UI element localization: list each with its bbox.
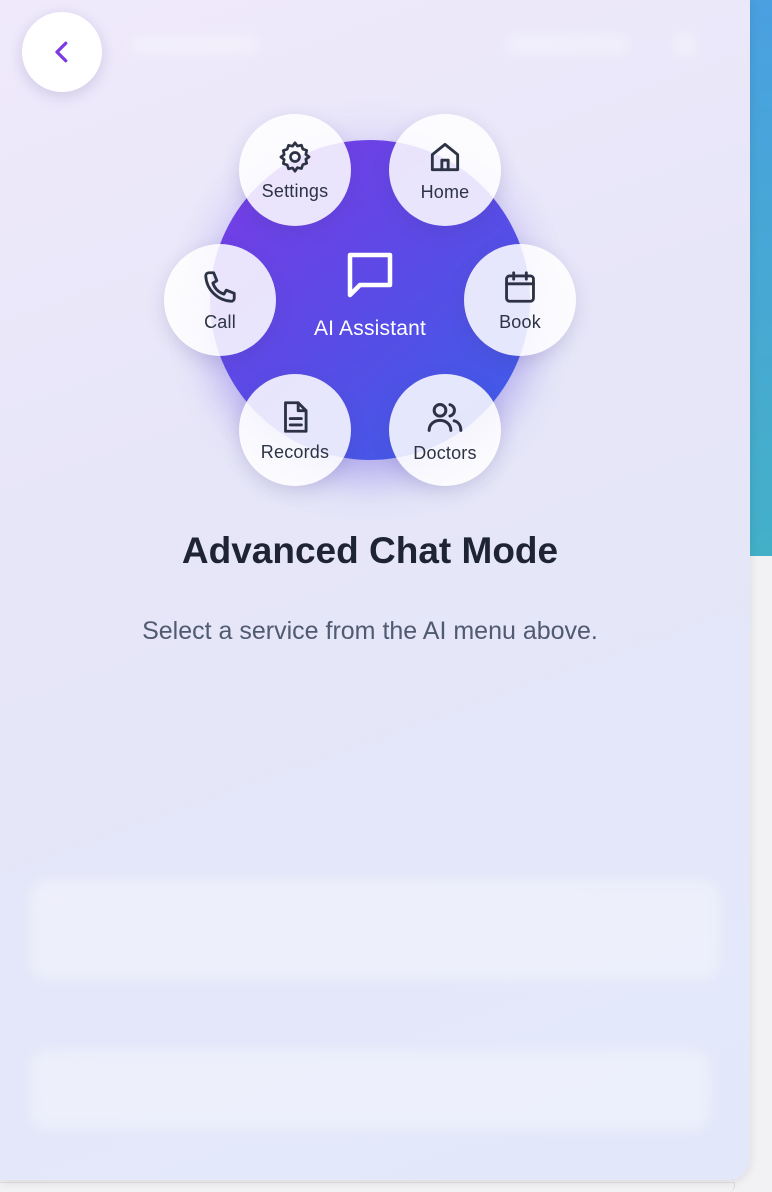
ai-assistant-button[interactable]: AI Assistant — [290, 245, 450, 355]
menu-item-book[interactable]: Book — [464, 244, 576, 356]
menu-item-label: Call — [204, 311, 236, 332]
page-title: Advanced Chat Mode — [181, 530, 559, 571]
message-square-icon — [347, 252, 393, 298]
blurred-card — [30, 880, 720, 980]
menu-item-label: Book — [499, 311, 541, 332]
menu-item-label: Records — [260, 441, 330, 462]
users-icon — [427, 402, 463, 432]
home-icon — [430, 142, 460, 171]
menu-item-label: Home — [420, 181, 470, 202]
blurred-header-left — [130, 36, 260, 54]
calendar-icon — [505, 270, 535, 303]
chat-mode-panel: AI Assistant Settings Home Call Book Rec… — [0, 0, 750, 1180]
menu-item-label: Settings — [261, 180, 329, 201]
back-button[interactable] — [22, 12, 102, 92]
phone-icon — [204, 270, 236, 303]
menu-item-doctors[interactable]: Doctors — [389, 374, 501, 486]
gear-icon — [279, 140, 311, 173]
blurred-header-right — [505, 36, 630, 54]
ai-assistant-label: AI Assistant — [313, 317, 427, 340]
chevron-left-icon — [55, 41, 68, 63]
blurred-input-bar — [30, 1050, 710, 1130]
page-subtitle: Select a service from the AI menu above. — [142, 617, 598, 645]
underlying-card-edge — [0, 1182, 735, 1192]
document-icon — [284, 400, 308, 433]
menu-item-records[interactable]: Records — [239, 374, 351, 486]
menu-item-label: Doctors — [413, 442, 477, 463]
blurred-header-dot — [672, 32, 698, 58]
menu-item-call[interactable]: Call — [164, 244, 276, 356]
menu-item-settings[interactable]: Settings — [239, 114, 351, 226]
menu-item-home[interactable]: Home — [389, 114, 501, 226]
